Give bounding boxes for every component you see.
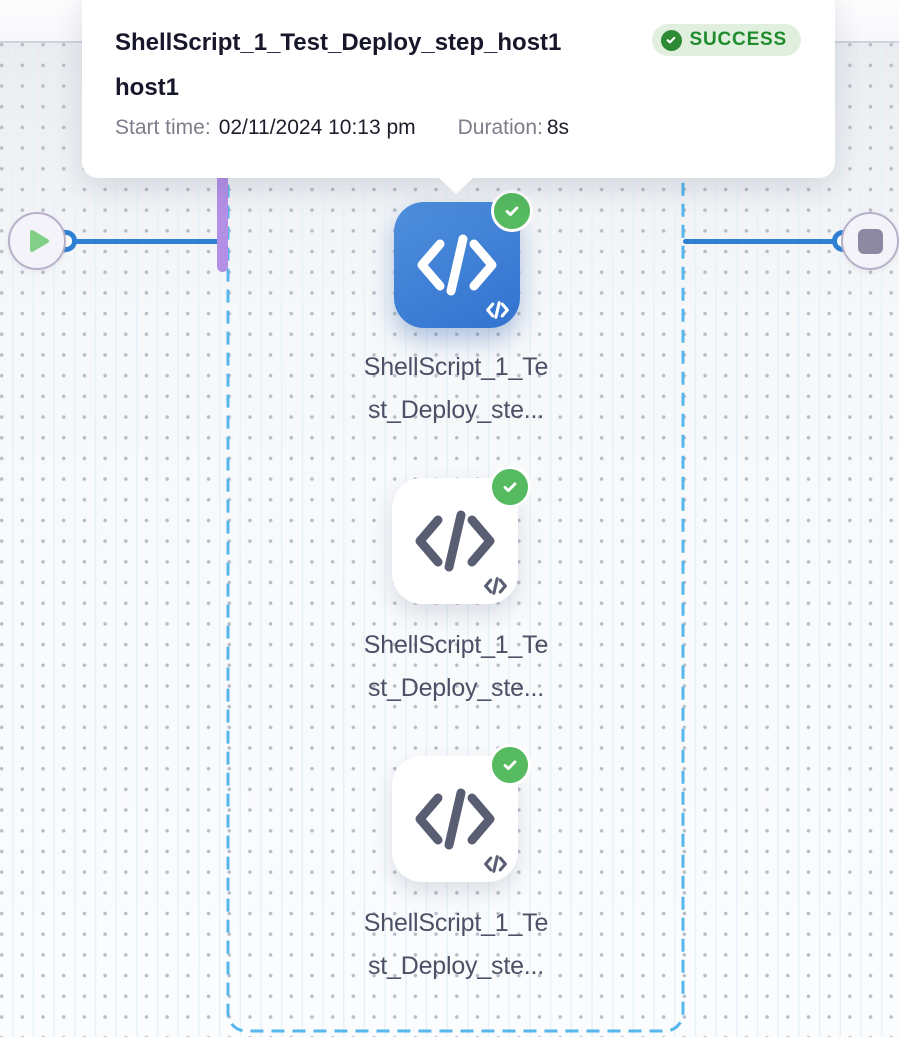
step-details-tooltip: ShellScript_1_Test_Deploy_step_host1 SUC… (82, 0, 835, 178)
step-label-line2: st_Deploy_ste... (306, 389, 606, 432)
success-check-icon (491, 190, 533, 232)
step-node-2-label[interactable]: ShellScript_1_Te st_Deploy_ste... (306, 624, 606, 710)
success-check-icon (489, 466, 531, 508)
step-label-line2: st_Deploy_ste... (306, 667, 606, 710)
success-check-icon (489, 744, 531, 786)
pipeline-end-node[interactable] (841, 212, 899, 270)
shell-script-mini-icon (484, 855, 507, 873)
start-time-label: Start time: (115, 114, 211, 142)
shell-script-mini-icon (484, 577, 507, 595)
pipeline-execution-canvas[interactable]: ShellScript_1_Te st_Deploy_ste... ShellS… (0, 0, 899, 1037)
play-icon (28, 229, 50, 253)
edge-start-to-group (64, 239, 224, 244)
step-label-line1: ShellScript_1_Te (306, 624, 606, 667)
start-time-value: 02/11/2024 10:13 pm (219, 114, 416, 142)
step-label-line2: st_Deploy_ste... (306, 945, 606, 988)
step-node-1-label[interactable]: ShellScript_1_Te st_Deploy_ste... (306, 346, 606, 432)
code-icon (415, 787, 495, 851)
edge-group-to-end (683, 239, 845, 244)
step-label-line1: ShellScript_1_Te (306, 902, 606, 945)
duration-label: Duration: (458, 114, 543, 142)
step-node-2-shellscript[interactable] (392, 478, 518, 604)
tooltip-arrow (439, 178, 473, 194)
duration-value: 8s (547, 114, 569, 142)
step-node-1-shellscript[interactable] (394, 202, 520, 328)
status-badge-label: SUCCESS (690, 29, 787, 51)
step-node-3-label[interactable]: ShellScript_1_Te st_Deploy_ste... (306, 902, 606, 988)
step-label-line1: ShellScript_1_Te (306, 346, 606, 389)
code-icon (415, 509, 495, 573)
step-node-3-shellscript[interactable] (392, 756, 518, 882)
pipeline-start-node[interactable] (8, 212, 66, 270)
stage-progress-bar (217, 176, 228, 272)
check-circle-icon (661, 30, 682, 51)
stop-icon (858, 229, 883, 254)
status-badge: SUCCESS (652, 24, 801, 56)
tooltip-host-name: host1 (115, 71, 801, 104)
code-icon (417, 233, 497, 297)
shell-script-mini-icon (486, 301, 509, 319)
tooltip-step-title: ShellScript_1_Test_Deploy_step_host1 (115, 26, 561, 59)
